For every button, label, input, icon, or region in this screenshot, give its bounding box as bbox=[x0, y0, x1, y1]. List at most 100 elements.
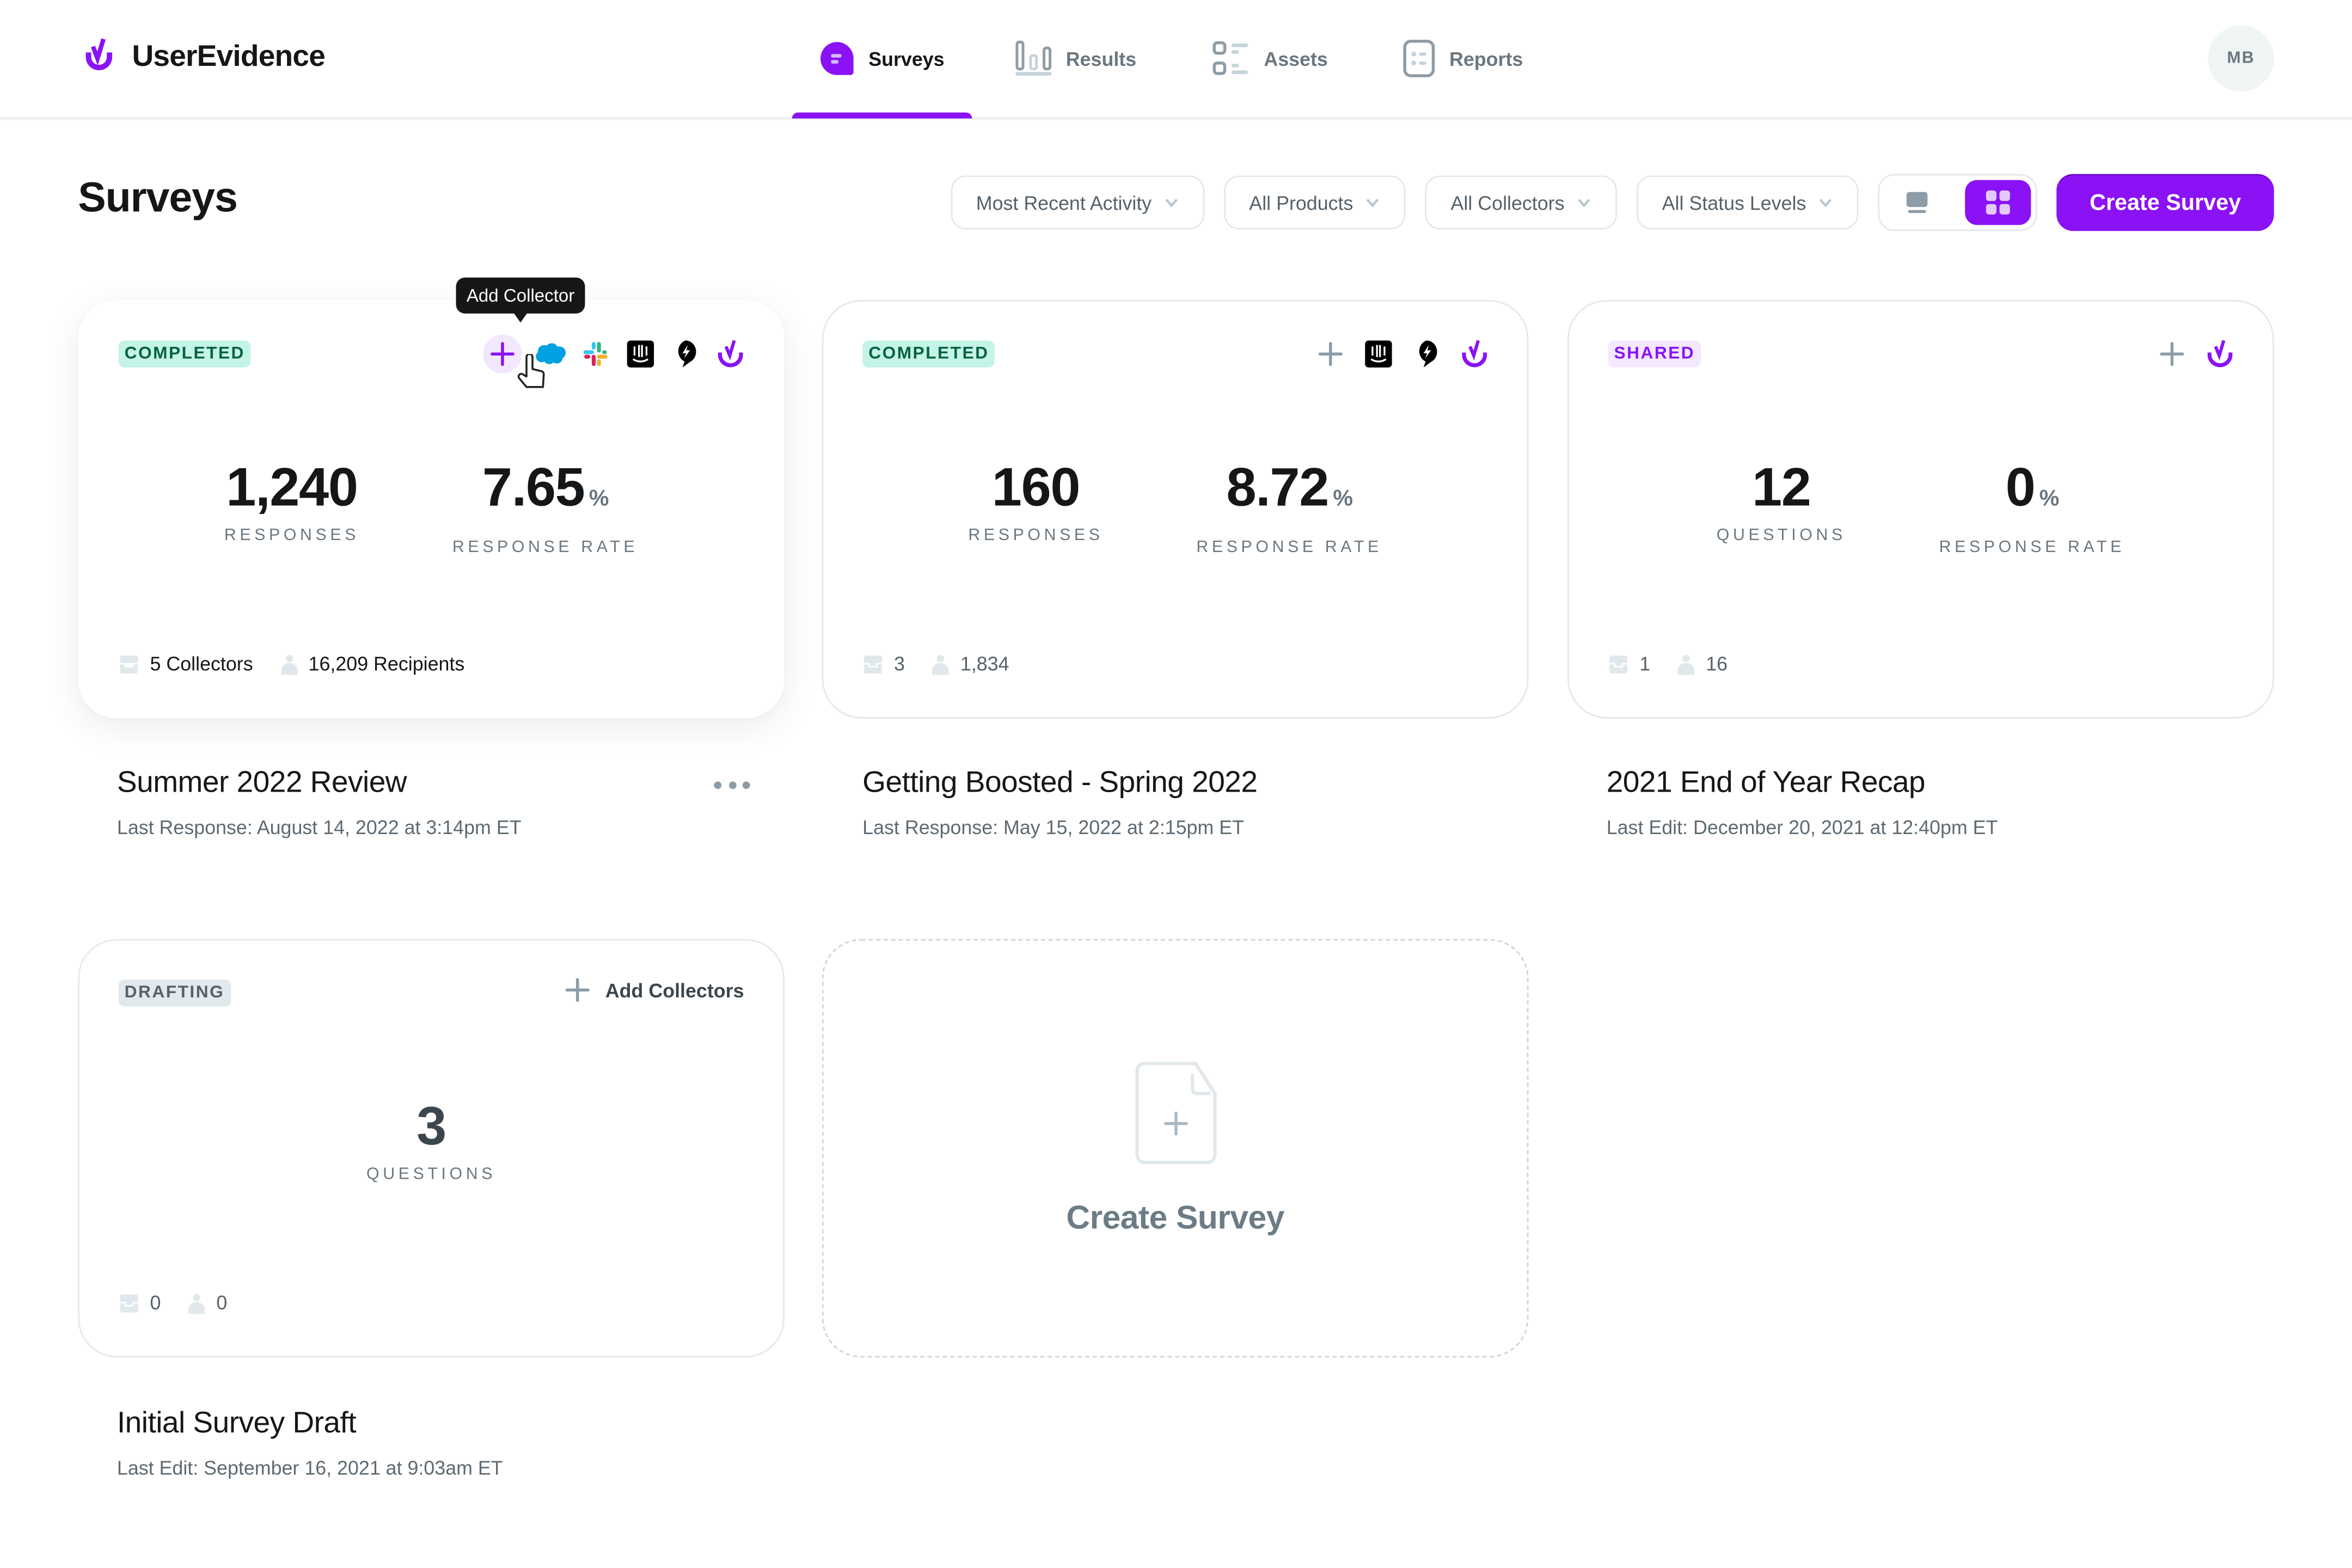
user-avatar[interactable]: MB bbox=[2208, 25, 2274, 92]
add-collectors-label: Add Collectors bbox=[605, 978, 744, 1002]
nav-tab-assets[interactable]: Assets bbox=[1184, 0, 1355, 117]
top-navigation-bar: UserEvidence Surveys Results Assets Repo… bbox=[0, 0, 2352, 120]
plus-icon bbox=[2160, 342, 2184, 366]
slack-collector[interactable] bbox=[579, 338, 612, 371]
survey-title[interactable]: Summer 2022 Review bbox=[117, 767, 407, 801]
chevron-down-icon bbox=[1366, 198, 1379, 207]
stat-label: QUESTIONS bbox=[366, 1165, 497, 1184]
userevidence-collector[interactable] bbox=[2203, 338, 2237, 371]
collectors-count: 0 bbox=[119, 1291, 161, 1314]
responses-count: 1,240 bbox=[226, 456, 358, 518]
userevidence-icon bbox=[1462, 340, 1487, 367]
response-rate-value: 8.72 bbox=[1226, 456, 1329, 518]
survey-stats: 160 RESPONSES 8.72% RESPONSE RATE bbox=[824, 457, 1527, 556]
more-options-button[interactable] bbox=[714, 774, 750, 795]
status-badge: COMPLETED bbox=[862, 340, 995, 367]
collectors-filter-dropdown[interactable]: All Collectors bbox=[1425, 175, 1617, 230]
responses-stat: 160 RESPONSES bbox=[968, 457, 1103, 556]
create-survey-button[interactable]: Create Survey bbox=[2056, 174, 2274, 231]
inbox-icon bbox=[863, 654, 882, 673]
brand-logo[interactable]: UserEvidence bbox=[78, 36, 326, 78]
card-footer: 0 0 bbox=[119, 1291, 227, 1314]
grid-view-button[interactable] bbox=[1965, 180, 2031, 225]
nav-tab-results[interactable]: Results bbox=[987, 0, 1163, 117]
nav-tab-reports[interactable]: Reports bbox=[1376, 0, 1550, 117]
add-collector-button[interactable] bbox=[1314, 338, 1347, 371]
survey-last-activity: Last Edit: December 20, 2021 at 12:40pm … bbox=[1606, 816, 1998, 839]
drift-collector[interactable] bbox=[1410, 338, 1443, 371]
response-rate-stat: 8.72% RESPONSE RATE bbox=[1196, 457, 1382, 556]
survey-card[interactable]: DRAFTING Add Collectors 3 QUESTIONS 0 0 bbox=[78, 939, 785, 1358]
percent-unit: % bbox=[589, 486, 609, 512]
stat-label: RESPONSE RATE bbox=[452, 538, 639, 557]
survey-stats: 12 QUESTIONS 0% RESPONSE RATE bbox=[1569, 457, 2273, 556]
dropdown-label: All Products bbox=[1249, 191, 1353, 214]
survey-title[interactable]: 2021 End of Year Recap bbox=[1607, 767, 1926, 801]
brand-name: UserEvidence bbox=[132, 40, 326, 73]
response-rate-value: 7.65 bbox=[482, 456, 585, 518]
collector-icons bbox=[2155, 334, 2237, 373]
card-footer: 5 Collectors 16,209 Recipients bbox=[119, 652, 465, 675]
nav-tab-label: Reports bbox=[1449, 47, 1523, 70]
status-badge: SHARED bbox=[1608, 340, 1701, 367]
inbox-icon bbox=[1609, 654, 1628, 673]
userevidence-logo-icon bbox=[85, 38, 113, 70]
dot bbox=[728, 781, 736, 788]
responses-count: 160 bbox=[991, 456, 1081, 518]
response-rate-value: 0 bbox=[2005, 456, 2036, 518]
survey-card[interactable]: SHARED 12 QUESTIONS 0% RESPONSE RATE 1 1… bbox=[1567, 300, 2274, 719]
questions-stat: 12 QUESTIONS bbox=[1717, 457, 1846, 556]
create-survey-card[interactable]: Create Survey bbox=[822, 939, 1529, 1358]
plus-icon bbox=[490, 342, 514, 366]
userevidence-icon bbox=[2207, 340, 2233, 367]
chevron-down-icon bbox=[1165, 198, 1178, 207]
list-icon bbox=[1212, 41, 1248, 75]
recipients-count: 16 bbox=[1677, 652, 1728, 675]
slack-icon bbox=[583, 342, 608, 366]
userevidence-collector[interactable] bbox=[714, 338, 747, 371]
drift-icon bbox=[678, 340, 696, 367]
list-view-button[interactable] bbox=[1884, 180, 1950, 225]
stat-label: RESPONSE RATE bbox=[1939, 538, 2125, 557]
dropdown-label: Most Recent Activity bbox=[976, 191, 1152, 214]
nav-tab-label: Surveys bbox=[868, 47, 945, 70]
plus-icon bbox=[1318, 342, 1343, 366]
nav-tab-label: Assets bbox=[1264, 47, 1328, 70]
status-filter-dropdown[interactable]: All Status Levels bbox=[1636, 175, 1859, 230]
survey-card[interactable]: COMPLETED bbox=[822, 300, 1529, 719]
page-title: Surveys bbox=[78, 174, 238, 220]
chevron-down-icon bbox=[1578, 198, 1590, 207]
intercom-collector[interactable] bbox=[1362, 338, 1395, 371]
stat-label: QUESTIONS bbox=[1716, 526, 1846, 545]
nav-tab-label: Results bbox=[1065, 47, 1137, 70]
main-nav: Surveys Results Assets Reports bbox=[792, 0, 1550, 119]
add-collector-button[interactable] bbox=[2155, 338, 2189, 371]
userevidence-icon bbox=[718, 340, 743, 367]
hand-pointer-cursor-icon bbox=[517, 354, 545, 388]
person-icon bbox=[1678, 654, 1695, 675]
collector-icons bbox=[1314, 334, 1491, 373]
recipients-count: 16,209 Recipients bbox=[280, 652, 464, 675]
report-icon bbox=[1403, 40, 1435, 77]
intercom-icon bbox=[1365, 340, 1392, 367]
questions-count: 12 bbox=[1751, 456, 1811, 518]
questions-count: 3 bbox=[416, 1095, 446, 1157]
products-filter-dropdown[interactable]: All Products bbox=[1223, 175, 1406, 230]
sort-dropdown[interactable]: Most Recent Activity bbox=[950, 175, 1204, 230]
survey-title[interactable]: Getting Boosted - Spring 2022 bbox=[862, 767, 1258, 801]
nav-tab-surveys[interactable]: Surveys bbox=[792, 0, 971, 119]
card-footer: 3 1,834 bbox=[862, 652, 1009, 675]
collectors-count: 3 bbox=[862, 652, 905, 675]
stat-label: RESPONSES bbox=[224, 526, 360, 545]
inbox-icon bbox=[120, 1294, 138, 1312]
survey-card[interactable]: COMPLETED bbox=[78, 300, 785, 719]
card-footer: 1 16 bbox=[1608, 652, 1728, 675]
drift-collector[interactable] bbox=[669, 338, 702, 371]
collectors-count: 5 Collectors bbox=[119, 652, 253, 675]
intercom-collector[interactable] bbox=[624, 338, 657, 371]
add-collectors-button[interactable]: Add Collectors bbox=[564, 977, 744, 1004]
surveys-page: UserEvidence Surveys Results Assets Repo… bbox=[0, 0, 2352, 1567]
userevidence-collector[interactable] bbox=[1458, 338, 1491, 371]
person-icon bbox=[932, 654, 950, 675]
survey-title[interactable]: Initial Survey Draft bbox=[117, 1407, 357, 1441]
